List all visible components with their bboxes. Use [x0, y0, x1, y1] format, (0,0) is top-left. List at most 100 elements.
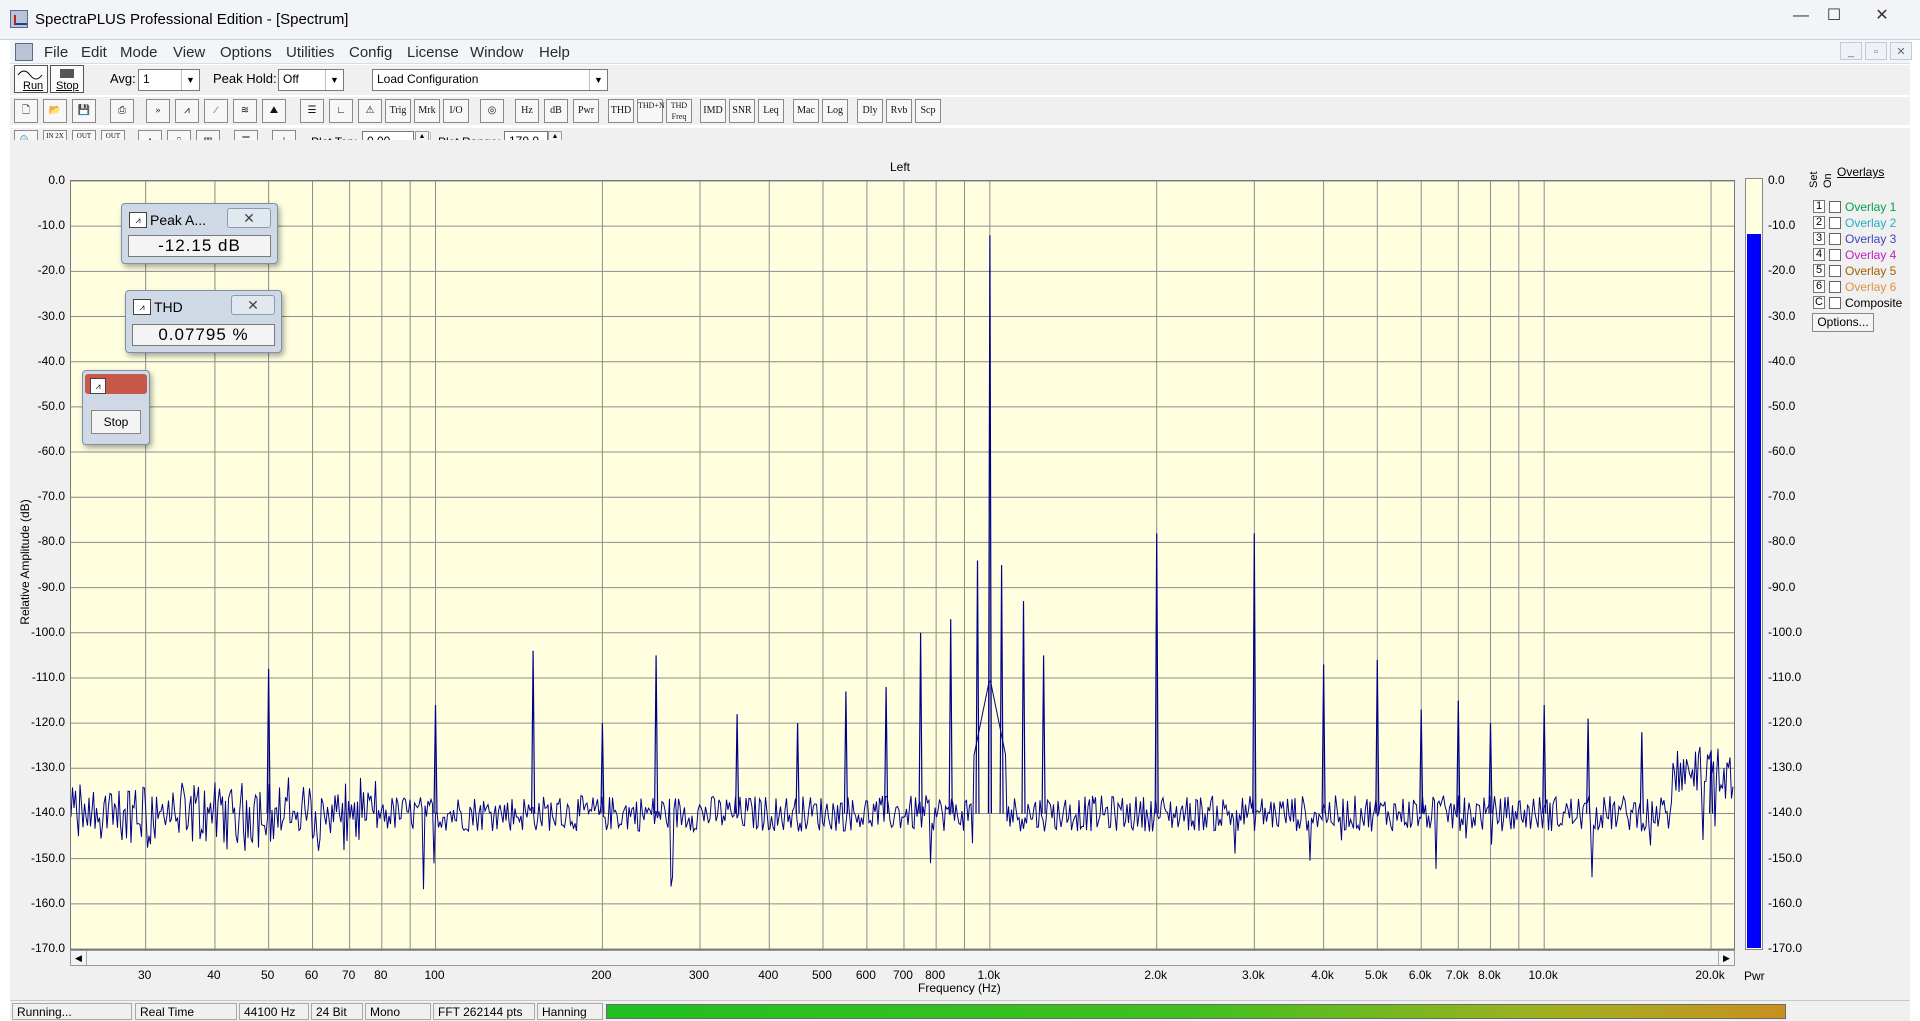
- menu-options[interactable]: Options: [220, 44, 272, 61]
- overlay-checkbox[interactable]: [1829, 249, 1841, 261]
- horizontal-scrollbar[interactable]: ◀ ▶: [70, 950, 1735, 966]
- menu-config[interactable]: Config: [349, 44, 392, 61]
- overlay-set-button[interactable]: 3: [1813, 232, 1825, 245]
- close-icon[interactable]: ✕: [227, 208, 271, 228]
- db-button[interactable]: dB: [544, 99, 568, 123]
- mdi-close-icon[interactable]: ✕: [1890, 42, 1912, 60]
- close-icon[interactable]: ✕: [231, 295, 275, 315]
- settings-list-icon[interactable]: ☰: [300, 99, 324, 123]
- y-tick-label: -130.0: [30, 760, 65, 775]
- y-axis-label: Relative Amplitude (dB): [18, 499, 32, 625]
- rvb-button[interactable]: Rvb: [886, 99, 912, 123]
- overlays-title[interactable]: Overlays: [1837, 165, 1884, 179]
- stop-button[interactable]: Stop: [50, 65, 84, 93]
- main-toolbar: Run Stop Avg: 1 ▼ Peak Hold: Off ▼ Load …: [10, 65, 1910, 95]
- overlay-options-button[interactable]: Options...: [1812, 313, 1874, 332]
- menu-edit[interactable]: Edit: [81, 44, 107, 61]
- overlay-set-header: Set: [1808, 171, 1820, 188]
- dly-button[interactable]: Dly: [857, 99, 883, 123]
- mdi-minimize-icon[interactable]: _: [1840, 42, 1862, 60]
- run-label: Run: [23, 80, 44, 92]
- imd-button[interactable]: IMD: [700, 99, 726, 123]
- overlay-checkbox[interactable]: [1829, 265, 1841, 277]
- peak-hold-label: Peak Hold:: [213, 71, 277, 86]
- open-folder-icon[interactable]: 📂: [43, 99, 67, 123]
- y-tick-label-right: -80.0: [1768, 534, 1796, 549]
- spectrum-plot[interactable]: [70, 180, 1735, 950]
- scroll-right-icon[interactable]: ▶: [1718, 951, 1734, 965]
- stop-float-window[interactable]: ⩘ Stop: [82, 370, 150, 445]
- x-tick-label: 3.0k: [1241, 968, 1265, 982]
- float-stop-button[interactable]: Stop: [91, 410, 141, 434]
- configuration-select[interactable]: Load Configuration ▼: [372, 69, 608, 91]
- spectrum-peak: [531, 650, 536, 814]
- scp-button[interactable]: Scp: [915, 99, 941, 123]
- thd-n-button[interactable]: THD+N: [637, 99, 665, 123]
- menu-utilities[interactable]: Utilities: [286, 44, 334, 61]
- overlay-set-button[interactable]: 2: [1813, 216, 1825, 229]
- y-tick-label: -90.0: [37, 579, 65, 594]
- overlay-set-button[interactable]: 4: [1813, 248, 1825, 261]
- overlay-set-button[interactable]: C: [1813, 296, 1825, 309]
- menu-window[interactable]: Window: [470, 44, 523, 61]
- maximize-button[interactable]: ☐: [1818, 5, 1850, 27]
- leq-button[interactable]: Leq: [758, 99, 784, 123]
- analysis-toolbar: 🗋 📂 💾 ⎙ » ⩘ ∕ ≋ ⛰ ☰ ∟ ⚠ Trig Mrk I/O ◎ H…: [10, 97, 1910, 125]
- y-tick-label-right: -150.0: [1768, 850, 1803, 865]
- peak-amplitude-title: Peak A...: [150, 212, 207, 228]
- menu-file[interactable]: File: [44, 44, 68, 61]
- ramp-icon[interactable]: ∕: [204, 99, 228, 123]
- minimize-button[interactable]: —: [1785, 5, 1817, 27]
- thd-freq-button[interactable]: THD Freq: [666, 99, 692, 123]
- hz-button[interactable]: Hz: [515, 99, 539, 123]
- new-file-icon[interactable]: 🗋: [14, 99, 38, 123]
- avg-select[interactable]: 1 ▼: [138, 69, 200, 91]
- run-button[interactable]: Run: [14, 65, 48, 93]
- y-tick-label-right: -130.0: [1768, 760, 1803, 775]
- pwr-button[interactable]: Pwr: [573, 99, 599, 123]
- status-window-type: Hanning: [537, 1003, 603, 1020]
- thd-button[interactable]: THD: [608, 99, 634, 123]
- axis-icon[interactable]: ∟: [329, 99, 353, 123]
- spectrum-peak: [843, 691, 848, 814]
- fast-forward-icon[interactable]: »: [146, 99, 170, 123]
- overlay-checkbox[interactable]: [1829, 281, 1841, 293]
- overlay-set-button[interactable]: 6: [1813, 280, 1825, 293]
- x-tick-label: 5.0k: [1364, 968, 1388, 982]
- overlay-checkbox[interactable]: [1829, 201, 1841, 213]
- overlay-set-button[interactable]: 5: [1813, 264, 1825, 277]
- mac-button[interactable]: Mac: [793, 99, 819, 123]
- x-tick-label: 20.0k: [1695, 968, 1725, 982]
- menu-license[interactable]: License: [407, 44, 459, 61]
- scroll-left-icon[interactable]: ◀: [71, 951, 87, 965]
- menu-help[interactable]: Help: [539, 44, 570, 61]
- 3d-surface-icon[interactable]: ⛰: [262, 99, 286, 123]
- x-tick-label: 50: [260, 968, 275, 982]
- menu-view[interactable]: View: [173, 44, 205, 61]
- mdi-restore-icon[interactable]: ▫: [1865, 42, 1887, 60]
- thd-window[interactable]: ⩘ THD ✕ 0.07795 %: [125, 290, 282, 353]
- overlay-checkbox[interactable]: [1829, 217, 1841, 229]
- peak-hold-select[interactable]: Off ▼: [278, 69, 344, 91]
- io-button[interactable]: I/O: [443, 99, 469, 123]
- spectrogram-icon[interactable]: ≋: [233, 99, 257, 123]
- overlay-checkbox[interactable]: [1829, 233, 1841, 245]
- marker-button[interactable]: Mrk: [414, 99, 440, 123]
- spectrum-icon[interactable]: ⩘: [175, 99, 199, 123]
- calibrate-icon[interactable]: ⚠: [358, 99, 382, 123]
- x-tick-label: 1.0k: [977, 968, 1001, 982]
- document-icon[interactable]: [15, 43, 33, 61]
- log-button[interactable]: Log: [822, 99, 848, 123]
- menu-mode[interactable]: Mode: [120, 44, 158, 61]
- overlay-set-button[interactable]: 1: [1813, 200, 1825, 213]
- close-button[interactable]: ✕: [1866, 5, 1898, 27]
- signal-generator-icon[interactable]: ◎: [480, 99, 504, 123]
- save-icon[interactable]: 💾: [72, 99, 96, 123]
- print-icon[interactable]: ⎙: [110, 99, 134, 123]
- trig-button[interactable]: Trig: [385, 99, 411, 123]
- peak-amplitude-window[interactable]: ⩘ Peak A... ✕ -12.15 dB: [121, 203, 278, 264]
- avg-value: 1: [143, 72, 150, 86]
- overlay-checkbox[interactable]: [1829, 297, 1841, 309]
- spectrum-peak: [735, 714, 740, 814]
- snr-button[interactable]: SNR: [729, 99, 755, 123]
